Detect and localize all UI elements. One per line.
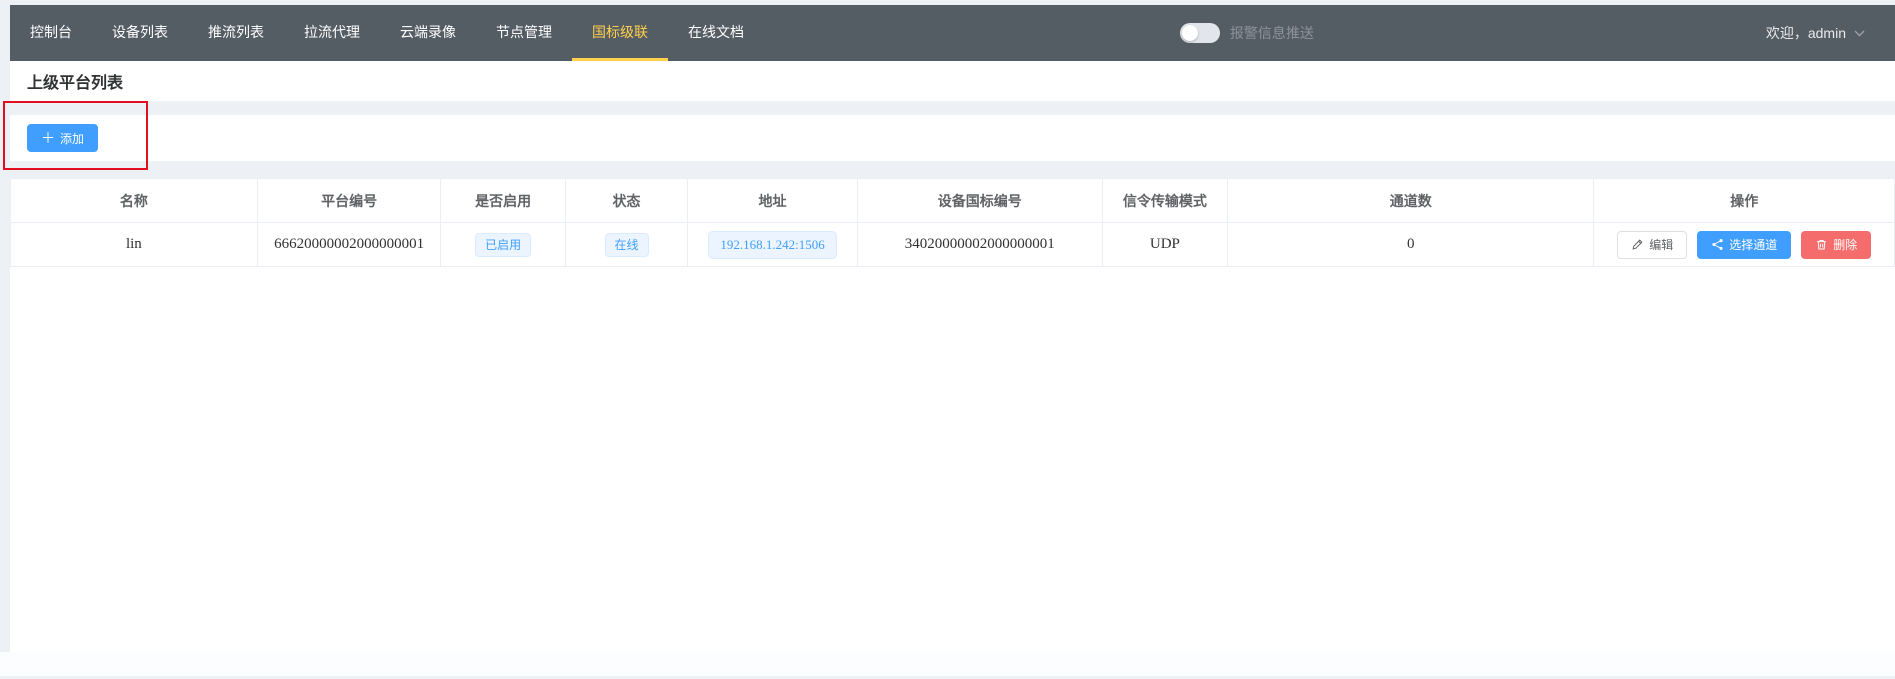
title-band: 上级平台列表: [10, 61, 1895, 101]
alarm-push-toggle[interactable]: [1180, 23, 1220, 43]
cell-address: 192.168.1.242:1506: [688, 223, 858, 267]
cell-operations: 编辑 选择通道: [1594, 223, 1895, 267]
edit-button-label: 编辑: [1649, 236, 1673, 253]
welcome-text: 欢迎，admin: [1766, 23, 1846, 43]
page-title: 上级平台列表: [27, 69, 123, 93]
col-header-status: 状态: [565, 179, 687, 223]
trash-icon: [1815, 238, 1828, 251]
cell-channels: 0: [1228, 223, 1594, 267]
row-actions: 编辑 选择通道: [1594, 231, 1894, 259]
table-header-row: 名称 平台编号 是否启用 状态 地址 设备国标编号 信令传输模式 通道数 操作: [11, 179, 1895, 223]
select-channel-label: 选择通道: [1729, 236, 1777, 253]
nav-item-online-docs[interactable]: 在线文档: [668, 5, 764, 61]
col-header-device-gb-id: 设备国标编号: [857, 179, 1102, 223]
col-header-channels: 通道数: [1228, 179, 1594, 223]
nav-item-node-manage[interactable]: 节点管理: [476, 5, 572, 61]
col-header-operations: 操作: [1594, 179, 1895, 223]
main-menu: 控制台 设备列表 推流列表 拉流代理 云端录像 节点管理 国标级联 在线文档: [10, 5, 764, 61]
add-button-label: 添加: [60, 130, 84, 147]
top-navbar: 控制台 设备列表 推流列表 拉流代理 云端录像 节点管理 国标级联 在线文档 报…: [10, 5, 1895, 61]
chevron-down-icon: [1854, 30, 1865, 37]
select-channel-button[interactable]: 选择通道: [1697, 231, 1791, 259]
nav-item-console[interactable]: 控制台: [10, 5, 92, 61]
nav-item-gb-cascade[interactable]: 国标级联: [572, 5, 668, 61]
enabled-badge: 已启用: [475, 233, 531, 257]
toolbar: ＋ 添加: [10, 115, 1895, 161]
share-icon: [1711, 238, 1724, 251]
status-badge: 在线: [605, 233, 649, 257]
cell-status: 在线: [565, 223, 687, 267]
cell-transport: UDP: [1102, 223, 1227, 267]
nav-item-device-list[interactable]: 设备列表: [92, 5, 188, 61]
edit-pen-icon: [1631, 238, 1644, 251]
divider: [10, 101, 1895, 115]
app-container: 控制台 设备列表 推流列表 拉流代理 云端录像 节点管理 国标级联 在线文档 报…: [10, 5, 1895, 652]
cell-platform-id: 66620000002000000001: [257, 223, 441, 267]
nav-item-push-list[interactable]: 推流列表: [188, 5, 284, 61]
add-button[interactable]: ＋ 添加: [27, 124, 98, 152]
alarm-push-group: 报警信息推送: [1180, 23, 1314, 43]
col-header-platform-id: 平台编号: [257, 179, 441, 223]
col-header-enabled: 是否启用: [441, 179, 565, 223]
platform-table-card: 名称 平台编号 是否启用 状态 地址 设备国标编号 信令传输模式 通道数 操作 …: [10, 178, 1895, 652]
cell-device-gb-id: 34020000002000000001: [857, 223, 1102, 267]
user-menu[interactable]: 欢迎，admin: [1766, 23, 1865, 43]
address-badge: 192.168.1.242:1506: [708, 231, 836, 259]
col-header-transport: 信令传输模式: [1102, 179, 1227, 223]
divider: [10, 161, 1895, 178]
platform-table: 名称 平台编号 是否启用 状态 地址 设备国标编号 信令传输模式 通道数 操作 …: [10, 178, 1895, 267]
table-row: lin 66620000002000000001 已启用 在线 192.168.…: [11, 223, 1895, 267]
horizontal-scrollbar[interactable]: [0, 652, 1895, 676]
delete-button[interactable]: 删除: [1801, 231, 1871, 259]
cell-name: lin: [11, 223, 258, 267]
nav-item-pull-proxy[interactable]: 拉流代理: [284, 5, 380, 61]
toggle-knob: [1182, 25, 1198, 41]
nav-spacer: [764, 5, 1180, 61]
nav-spacer: [1314, 5, 1766, 61]
col-header-address: 地址: [688, 179, 858, 223]
delete-button-label: 删除: [1833, 236, 1857, 253]
nav-item-cloud-record[interactable]: 云端录像: [380, 5, 476, 61]
edit-button[interactable]: 编辑: [1617, 231, 1687, 259]
cell-enabled: 已启用: [441, 223, 565, 267]
col-header-name: 名称: [11, 179, 258, 223]
plus-icon: ＋: [41, 131, 55, 145]
alarm-push-label: 报警信息推送: [1230, 23, 1314, 43]
